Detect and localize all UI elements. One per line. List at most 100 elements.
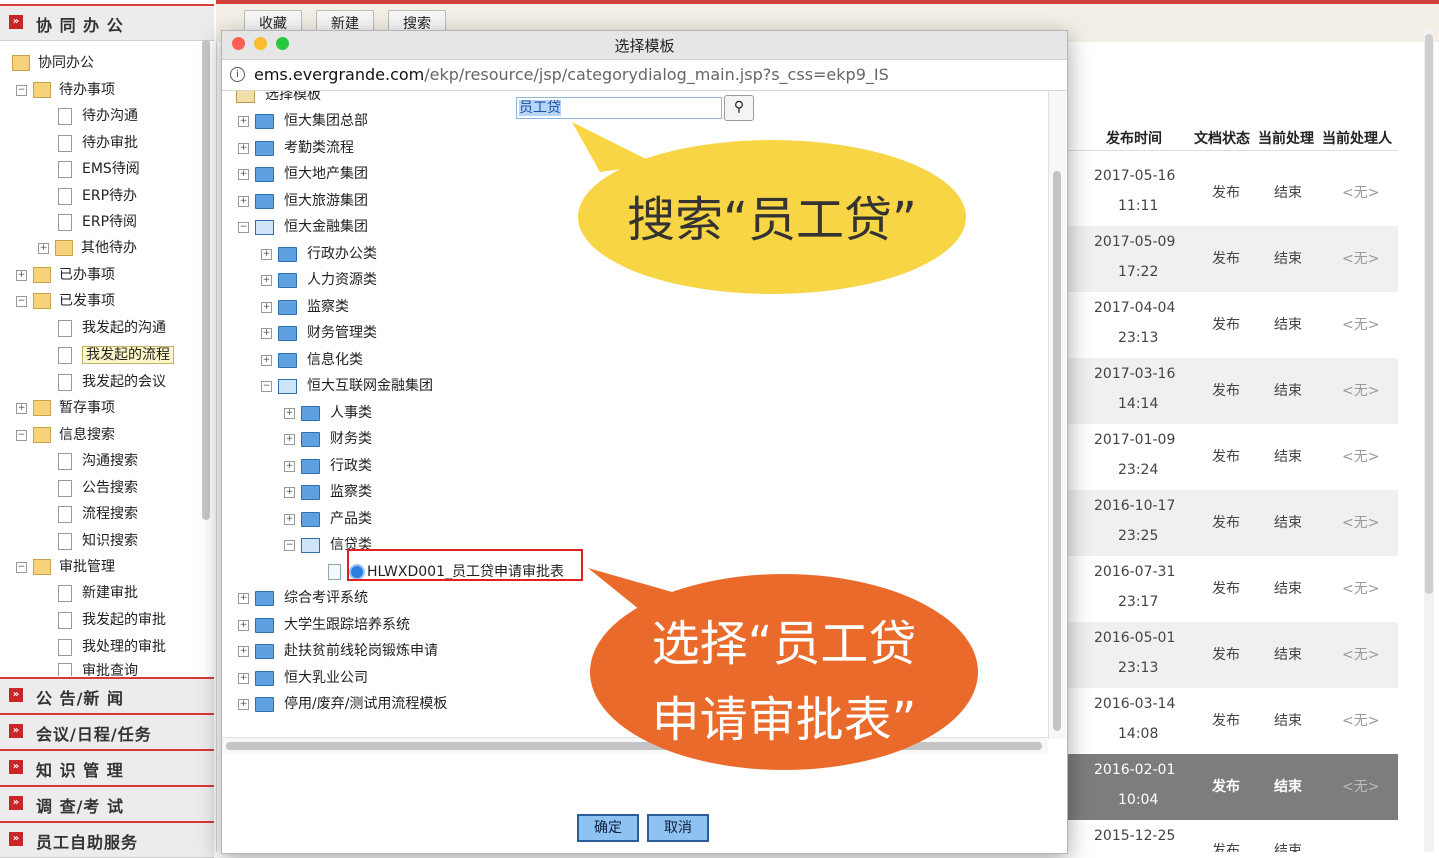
dialog-titlebar[interactable]: 选择模板 xyxy=(222,31,1067,60)
table-row[interactable]: 2016-03-14 14:08 发布 结束 <无> xyxy=(1066,688,1398,754)
table-row[interactable]: 2017-03-16 14:14 发布 结束 <无> xyxy=(1066,358,1398,424)
tree-item-erp-read[interactable]: ERP待阅 xyxy=(58,209,137,235)
table-row-selected[interactable]: 2016-02-01 10:04 发布 结束 <无> xyxy=(1066,754,1398,820)
tree-node[interactable]: + 监察类 xyxy=(261,294,349,320)
tree-node[interactable]: + 考勤类流程 xyxy=(238,135,354,161)
expand-icon[interactable]: + xyxy=(238,698,249,710)
expand-icon[interactable]: + xyxy=(238,592,249,604)
tree-item-notice-search[interactable]: 公告搜索 xyxy=(58,475,138,501)
expand-icon[interactable]: + xyxy=(238,672,249,684)
sidebar-scrollbar[interactable] xyxy=(202,40,210,520)
ok-button[interactable]: 确定 xyxy=(577,814,639,842)
tree-item-new-approval[interactable]: 新建审批 xyxy=(58,580,138,606)
tree-node[interactable]: + 恒大乳业公司 xyxy=(238,665,368,691)
tree-item-done[interactable]: + 已办事项 xyxy=(16,262,115,288)
collapse-icon[interactable]: − xyxy=(261,380,272,392)
collapse-icon[interactable]: − xyxy=(238,221,249,233)
search-icon[interactable]: ⚲ xyxy=(724,95,754,121)
expand-icon[interactable]: + xyxy=(38,242,49,254)
tree-item-todo-approval[interactable]: 待办审批 xyxy=(58,130,138,156)
tree-item-todo-comm[interactable]: 待办沟通 xyxy=(58,103,138,129)
tree-item-draft[interactable]: + 暂存事项 xyxy=(16,395,115,421)
section-notice-news[interactable]: » 公 告/新 闻 xyxy=(0,677,214,714)
section-meeting-schedule[interactable]: » 会议/日程/任务 xyxy=(0,713,214,750)
expand-icon[interactable]: + xyxy=(261,301,272,313)
expand-icon[interactable]: + xyxy=(284,486,295,498)
expand-icon[interactable]: + xyxy=(16,269,27,281)
scroll-thumb[interactable] xyxy=(1053,171,1061,731)
tree-node[interactable]: + 停用/废弃/测试用流程模板 xyxy=(238,691,447,717)
expand-icon[interactable]: + xyxy=(261,274,272,286)
section-survey-exam[interactable]: » 调 查/考 试 xyxy=(0,785,214,822)
tree-node[interactable]: + 恒大旅游集团 xyxy=(238,188,368,214)
tree-item-my-meeting[interactable]: 我发起的会议 xyxy=(58,369,166,395)
table-row[interactable]: 2016-05-01 23:13 发布 结束 <无> xyxy=(1066,622,1398,688)
expand-icon[interactable]: + xyxy=(284,513,295,525)
tree-item-flow-search[interactable]: 流程搜索 xyxy=(58,501,138,527)
expand-icon[interactable]: + xyxy=(238,195,249,207)
scroll-thumb[interactable] xyxy=(1425,34,1433,594)
col-current-handler[interactable]: 当前处理人 xyxy=(1322,128,1392,148)
tree-node-expanded[interactable]: − 恒大金融集团 xyxy=(238,214,368,240)
table-row[interactable]: 2016-10-17 23:25 发布 结束 <无> xyxy=(1066,490,1398,556)
table-row[interactable]: 2017-01-09 23:24 发布 结束 <无> xyxy=(1066,424,1398,490)
tree-item-knowledge-search[interactable]: 知识搜索 xyxy=(58,528,138,554)
table-row[interactable]: 2017-05-16 11:11 发布 结束 <无> xyxy=(1066,160,1398,226)
tree-item-other-todo[interactable]: + 其他待办 xyxy=(38,235,137,261)
expand-icon[interactable]: + xyxy=(284,433,295,445)
tree-item-my-flow[interactable]: 我发起的流程 xyxy=(58,342,174,368)
tree-item-approval-query[interactable]: 审批查询 xyxy=(58,658,138,676)
section-collab-office[interactable]: » 协 同 办 公 xyxy=(0,4,214,41)
tree-item-ems-read[interactable]: EMS待阅 xyxy=(58,156,140,182)
tree-item-erp-todo[interactable]: ERP待办 xyxy=(58,183,137,209)
expand-icon[interactable]: + xyxy=(261,327,272,339)
expand-icon[interactable]: + xyxy=(284,460,295,472)
expand-icon[interactable]: + xyxy=(238,619,249,631)
tree-node[interactable]: + 赴扶贫前线轮岗锻炼申请 xyxy=(238,638,438,664)
col-publish-time[interactable]: 发布时间 xyxy=(1106,128,1162,148)
table-row[interactable]: 2015-12-25 发布 结束 xyxy=(1066,820,1398,852)
tree-node[interactable]: + 财务管理类 xyxy=(261,320,377,346)
collapse-icon[interactable]: − xyxy=(284,539,295,551)
template-search-input[interactable]: 员工贷 xyxy=(516,97,722,119)
collapse-icon[interactable]: − xyxy=(16,84,27,96)
tree-item-handled-approval[interactable]: 我处理的审批 xyxy=(58,634,166,660)
info-icon[interactable]: i xyxy=(230,67,245,82)
tree-item-collab-office[interactable]: 协同办公 xyxy=(12,50,94,76)
expand-icon[interactable]: + xyxy=(261,354,272,366)
expand-icon[interactable]: + xyxy=(284,407,295,419)
collapse-icon[interactable]: − xyxy=(16,429,27,441)
collapse-icon[interactable]: − xyxy=(16,295,27,307)
col-doc-status[interactable]: 文档状态 xyxy=(1194,128,1250,148)
table-row[interactable]: 2016-07-31 23:17 发布 结束 <无> xyxy=(1066,556,1398,622)
tree-root[interactable]: 选择模板 xyxy=(236,91,321,105)
table-row[interactable]: 2017-04-04 23:13 发布 结束 <无> xyxy=(1066,292,1398,358)
expand-icon[interactable]: + xyxy=(238,168,249,180)
tree-node[interactable]: + 产品类 xyxy=(284,506,372,532)
tree-node[interactable]: + 监察类 xyxy=(284,479,372,505)
tree-item-todo[interactable]: − 待办事项 xyxy=(16,77,115,103)
tree-node[interactable]: + 大学生跟踪培养系统 xyxy=(238,612,410,638)
expand-icon[interactable]: + xyxy=(238,115,249,127)
expand-icon[interactable]: + xyxy=(238,142,249,154)
tree-node[interactable]: + 人事类 xyxy=(284,400,372,426)
table-row[interactable]: 2017-05-09 17:22 发布 结束 <无> xyxy=(1066,226,1398,292)
cancel-button[interactable]: 取消 xyxy=(647,814,709,842)
tree-item-info-search[interactable]: − 信息搜索 xyxy=(16,422,115,448)
tree-node[interactable]: + 恒大地产集团 xyxy=(238,161,368,187)
expand-icon[interactable]: + xyxy=(261,248,272,260)
tree-vertical-scrollbar[interactable] xyxy=(1048,91,1066,739)
tree-item-sent[interactable]: − 已发事项 xyxy=(16,288,115,314)
tree-item-approval-mgmt[interactable]: − 审批管理 xyxy=(16,554,115,580)
collapse-icon[interactable]: − xyxy=(16,561,27,573)
tree-node[interactable]: + 行政办公类 xyxy=(261,241,377,267)
tree-node[interactable]: + 人力资源类 xyxy=(261,267,377,293)
section-knowledge[interactable]: » 知 识 管 理 xyxy=(0,749,214,786)
url-bar[interactable]: i ems.evergrande.com/ekp/resource/jsp/ca… xyxy=(222,60,1067,91)
tree-item-my-comm[interactable]: 我发起的沟通 xyxy=(58,315,166,341)
tree-node[interactable]: + 财务类 xyxy=(284,426,372,452)
col-current-step[interactable]: 当前处理 xyxy=(1258,128,1314,148)
tree-item-comm-search[interactable]: 沟通搜索 xyxy=(58,448,138,474)
tree-node[interactable]: + 综合考评系统 xyxy=(238,585,368,611)
expand-icon[interactable]: + xyxy=(238,645,249,657)
